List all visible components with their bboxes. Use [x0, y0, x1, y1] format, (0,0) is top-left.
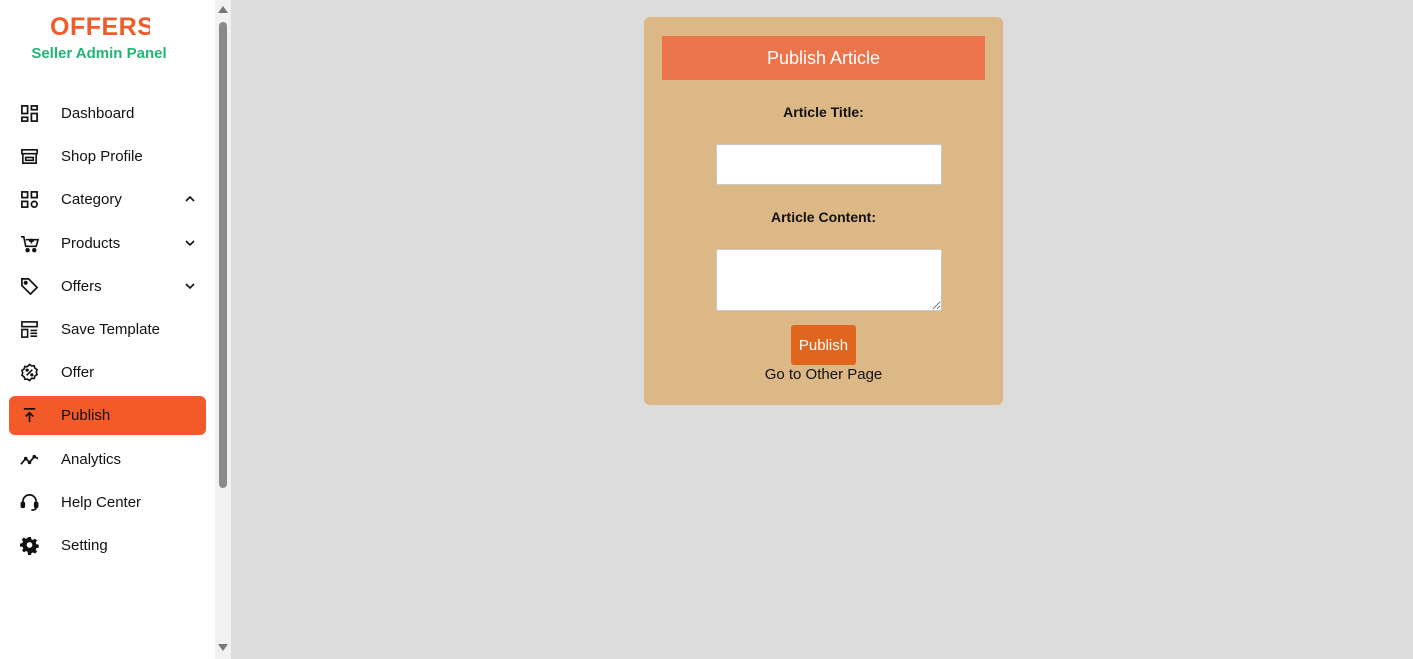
sidebar-item-help-center[interactable]: Help Center	[9, 483, 206, 522]
sidebar-item-dashboard[interactable]: Dashboard	[9, 94, 206, 133]
card-header: Publish Article	[662, 36, 985, 80]
sidebar-item-offers[interactable]: Offers	[9, 267, 206, 306]
sidebar-item-label: Offer	[61, 364, 95, 382]
sidebar-item-products[interactable]: Products	[9, 224, 206, 263]
article-content-label: Article Content:	[771, 209, 876, 225]
sidebar-item-analytics[interactable]: Analytics	[9, 440, 206, 479]
analytics-icon	[19, 449, 39, 469]
sidebar-item-label: Publish	[61, 407, 111, 425]
sidebar-item-label: Analytics	[61, 450, 122, 468]
sidebar-item-label: Offers	[61, 277, 102, 295]
sidebar-item-setting[interactable]: Setting	[9, 526, 206, 565]
sidebar-item-label: Save Template	[61, 320, 160, 338]
sidebar-item-save-template[interactable]: Save Template	[9, 310, 206, 349]
sidebar-item-label: Products	[61, 234, 121, 252]
article-title-input[interactable]	[716, 144, 942, 185]
sidebar-item-publish[interactable]: Publish	[9, 396, 206, 436]
sidebar-nav: Dashboard Shop Profile Category Products	[9, 94, 206, 569]
sidebar-scrollbar[interactable]	[215, 0, 231, 659]
gear-icon	[19, 535, 39, 555]
publish-button[interactable]: Publish	[791, 325, 856, 365]
publish-icon	[19, 406, 39, 426]
tag-icon	[19, 276, 39, 296]
dashboard-icon	[19, 104, 39, 124]
article-title-label: Article Title:	[783, 104, 864, 120]
category-icon	[19, 190, 39, 210]
sidebar-item-label: Setting	[61, 536, 108, 554]
discount-icon	[19, 363, 39, 383]
sidebar-item-offer[interactable]: Offer	[9, 353, 206, 392]
sidebar-item-label: Shop Profile	[61, 148, 143, 166]
store-icon	[19, 147, 39, 167]
chevron-down-icon[interactable]	[184, 237, 196, 249]
chevron-down-icon[interactable]	[184, 280, 196, 292]
article-content-textarea[interactable]	[716, 249, 942, 311]
scroll-up-arrow-icon[interactable]	[218, 6, 228, 13]
cart-icon	[19, 233, 39, 253]
sidebar-item-shop-profile[interactable]: Shop Profile	[9, 137, 206, 176]
template-icon	[19, 319, 39, 339]
sidebar-item-label: Dashboard	[61, 105, 135, 122]
sidebar-item-category[interactable]: Category	[9, 180, 206, 219]
go-to-other-page-link[interactable]: Go to Other Page	[644, 366, 1003, 383]
publish-article-card: Publish Article Article Title: Article C…	[644, 17, 1003, 405]
panel-subtitle: Seller Admin Panel	[31, 45, 167, 62]
sidebar-item-label: Category	[61, 191, 122, 209]
chevron-up-icon[interactable]	[184, 193, 196, 205]
sidebar-item-label: Help Center	[61, 493, 142, 511]
svg-text:OFFERS: OFFERS	[50, 13, 150, 40]
scroll-down-arrow-icon[interactable]	[218, 644, 228, 651]
sidebar: OFFERS Seller Admin Panel Dashboard Shop…	[0, 0, 215, 659]
headset-icon	[19, 492, 39, 512]
scroll-thumb[interactable]	[219, 22, 227, 488]
offers-logo: OFFERS	[50, 13, 150, 40]
